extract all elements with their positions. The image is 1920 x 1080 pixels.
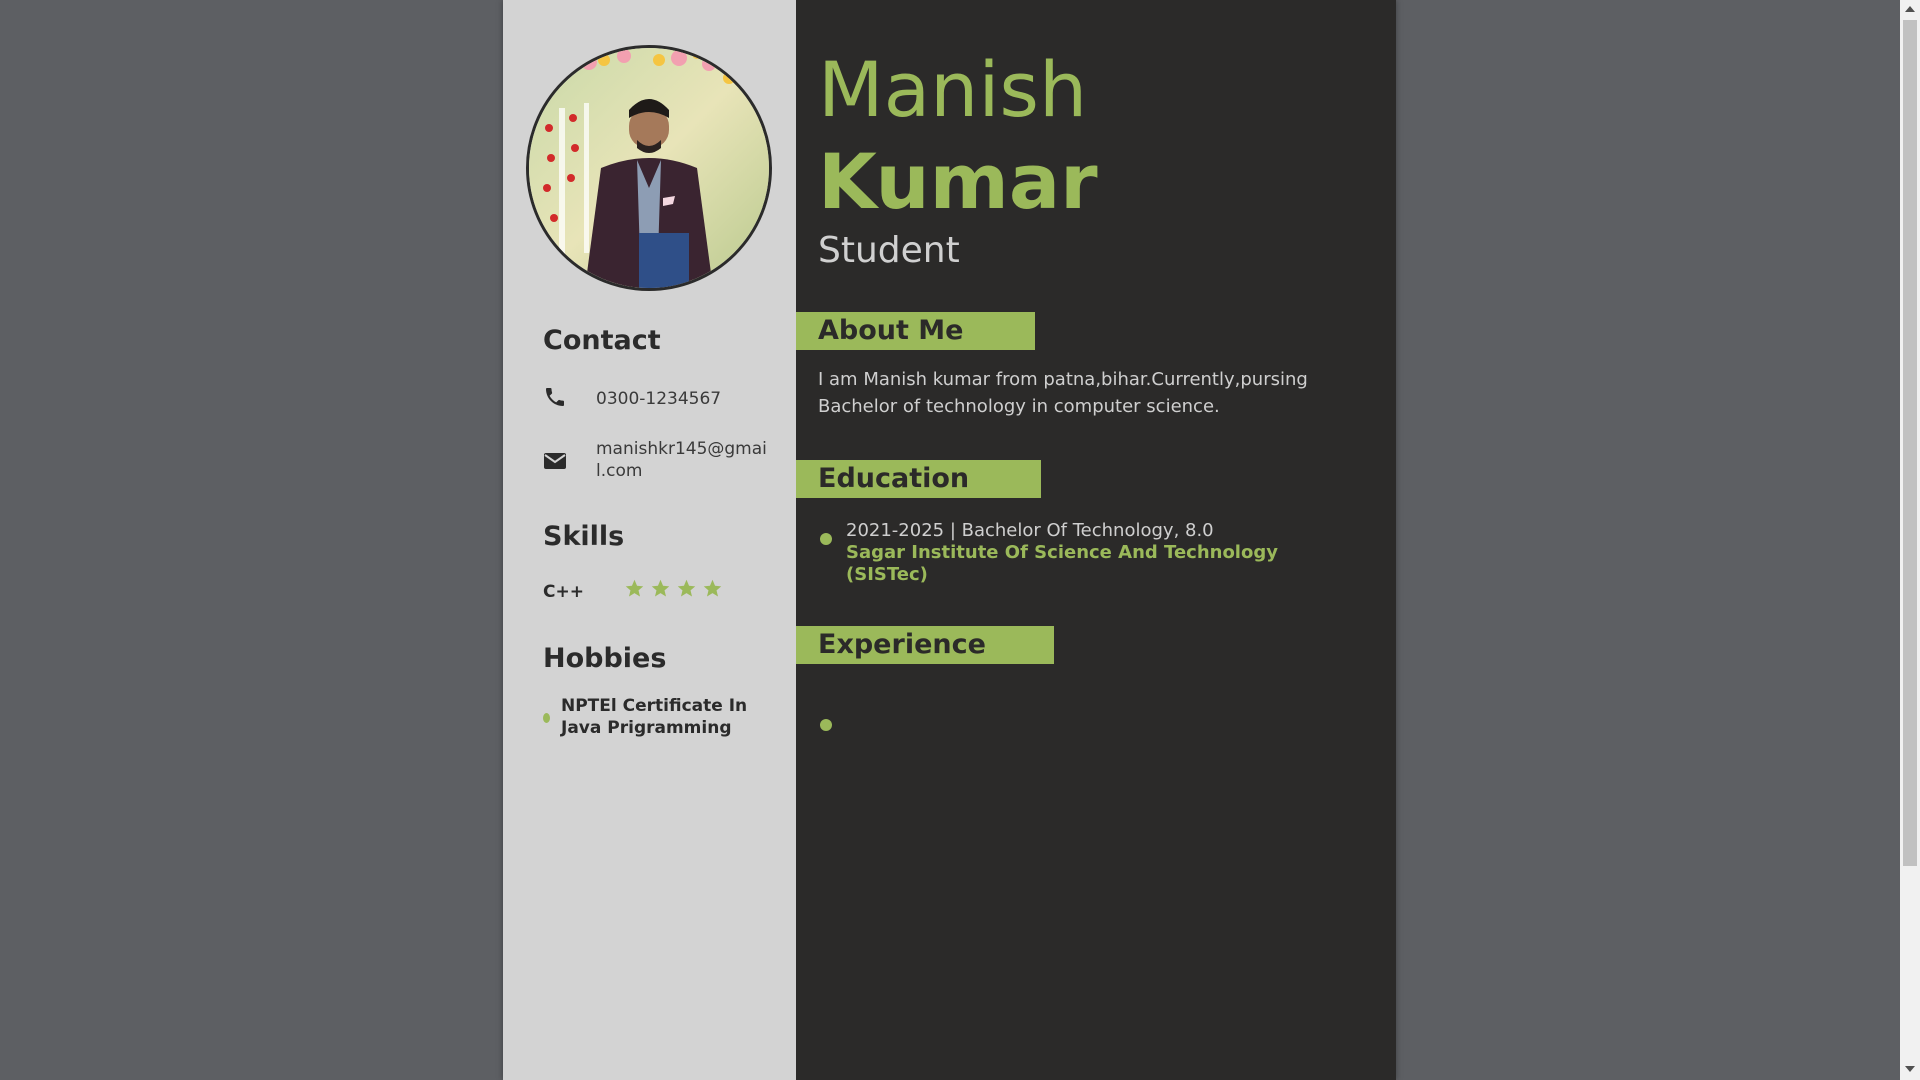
job-title: Student bbox=[818, 230, 960, 271]
resume-page: Contact 0300-1234567 manishkr145@gmail.c… bbox=[503, 0, 1396, 1080]
star-icon bbox=[625, 579, 644, 597]
bullet-icon bbox=[820, 719, 832, 731]
skill-rating bbox=[624, 578, 723, 599]
about-text: I am Manish kumar from patna,bihar.Curre… bbox=[818, 369, 1308, 417]
experience-heading: Experience bbox=[818, 629, 986, 660]
envelope-icon bbox=[544, 453, 566, 469]
resume-sidebar: Contact 0300-1234567 manishkr145@gmail.c… bbox=[503, 0, 796, 1080]
star-icon bbox=[651, 579, 670, 597]
star-icon bbox=[703, 579, 722, 597]
scroll-up-icon[interactable] bbox=[1905, 6, 1915, 12]
resume-main: Manish Kumar Student About Me I am Manis… bbox=[796, 0, 1396, 1080]
bullet-icon bbox=[543, 713, 550, 723]
about-heading: About Me bbox=[818, 315, 964, 346]
contact-heading: Contact bbox=[543, 325, 661, 356]
scroll-thumb[interactable] bbox=[1903, 20, 1917, 866]
education-degree: 2021-2025 | Bachelor Of Technology, 8.0 bbox=[846, 520, 1214, 541]
scroll-down-icon[interactable] bbox=[1905, 1066, 1915, 1072]
phone-number[interactable]: 0300-1234567 bbox=[596, 388, 776, 410]
email-address[interactable]: manishkr145@gmail.com bbox=[596, 438, 776, 482]
education-institution: Sagar Institute Of Science And Technolog… bbox=[846, 542, 1278, 585]
last-name: Kumar bbox=[818, 137, 1098, 226]
education-heading-bar: Education bbox=[796, 460, 1041, 498]
bullet-icon bbox=[820, 533, 832, 545]
about-heading-bar: About Me bbox=[796, 312, 1035, 350]
skills-heading: Skills bbox=[543, 521, 625, 552]
profile-photo bbox=[526, 45, 772, 291]
hobby-item: NPTEl Certificate In Java Prigramming bbox=[561, 696, 748, 738]
profile-photo-image bbox=[529, 48, 769, 288]
education-heading: Education bbox=[818, 463, 970, 494]
star-icon bbox=[677, 579, 696, 597]
page-scrollbar[interactable] bbox=[1900, 0, 1920, 1080]
skill-name: C++ bbox=[543, 582, 584, 602]
experience-heading-bar: Experience bbox=[796, 626, 1054, 664]
first-name: Manish bbox=[818, 45, 1088, 134]
hobbies-heading: Hobbies bbox=[543, 643, 667, 674]
phone-icon bbox=[546, 388, 564, 406]
